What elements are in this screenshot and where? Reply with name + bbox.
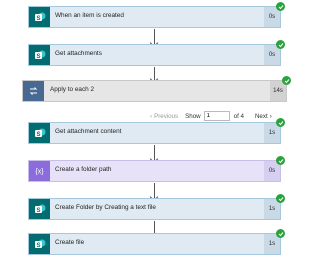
- success-check-icon: [276, 118, 285, 127]
- iteration-pager: ‹ Previous Show of 4 Next ›: [150, 110, 280, 122]
- success-check-icon: [282, 76, 291, 85]
- svg-text:S: S: [36, 54, 40, 60]
- success-check-icon: [276, 156, 285, 165]
- success-check-icon: [276, 40, 285, 49]
- page-count-label: of 4: [233, 112, 244, 120]
- svg-text:S: S: [36, 16, 40, 22]
- step-get-attachments[interactable]: S Get attachments 0s: [28, 40, 285, 66]
- sharepoint-icon: S: [29, 123, 50, 143]
- step-title: Create a folder path: [55, 166, 112, 173]
- step-when-an-item-is-created[interactable]: S When an item is created 0s: [28, 2, 285, 28]
- step-create-file[interactable]: S Create file 1s: [28, 229, 285, 255]
- flow-arrow-icon: [154, 145, 155, 161]
- next-label: Next: [254, 112, 268, 120]
- svg-text:{x}: {x}: [35, 169, 44, 176]
- next-button[interactable]: Next ›: [255, 113, 272, 120]
- flow-arrow-icon: [154, 183, 155, 199]
- sharepoint-icon: S: [29, 199, 50, 219]
- step-create-folder-by-creating-a-text-file[interactable]: S Create Folder by Creating a text file …: [28, 194, 285, 220]
- previous-label: Previous: [154, 112, 179, 120]
- previous-button[interactable]: ‹ Previous: [150, 113, 178, 120]
- svg-text:S: S: [36, 132, 40, 138]
- success-check-icon: [276, 194, 285, 203]
- show-label: Show: [185, 112, 201, 120]
- step-title: Get attachment content: [55, 128, 122, 135]
- flow-arrow-icon: [154, 67, 155, 81]
- sharepoint-icon: S: [29, 234, 50, 254]
- compose-icon: {x}: [29, 161, 50, 181]
- sharepoint-icon: S: [29, 45, 50, 65]
- page-number-input[interactable]: [203, 111, 230, 121]
- success-check-icon: [276, 229, 285, 238]
- flow-arrow-icon: [154, 29, 155, 45]
- svg-text:S: S: [36, 208, 40, 214]
- step-title: Get attachments: [55, 50, 102, 57]
- step-create-a-folder-path[interactable]: {x} Create a folder path 0s: [28, 156, 285, 182]
- step-title: When an item is created: [55, 12, 124, 19]
- sharepoint-icon: S: [29, 7, 50, 27]
- svg-text:S: S: [36, 243, 40, 249]
- step-get-attachment-content[interactable]: S Get attachment content 1s: [28, 118, 285, 144]
- step-title: Apply to each 2: [50, 86, 95, 93]
- chevron-left-icon: ‹: [150, 112, 153, 120]
- step-title: Create Folder by Creating a text file: [55, 204, 156, 211]
- success-check-icon: [276, 2, 285, 11]
- step-title: Create file: [55, 239, 85, 246]
- step-apply-to-each-2[interactable]: Apply to each 2 14s: [22, 76, 291, 102]
- chevron-right-icon: ›: [269, 112, 272, 120]
- loop-icon: [23, 81, 44, 101]
